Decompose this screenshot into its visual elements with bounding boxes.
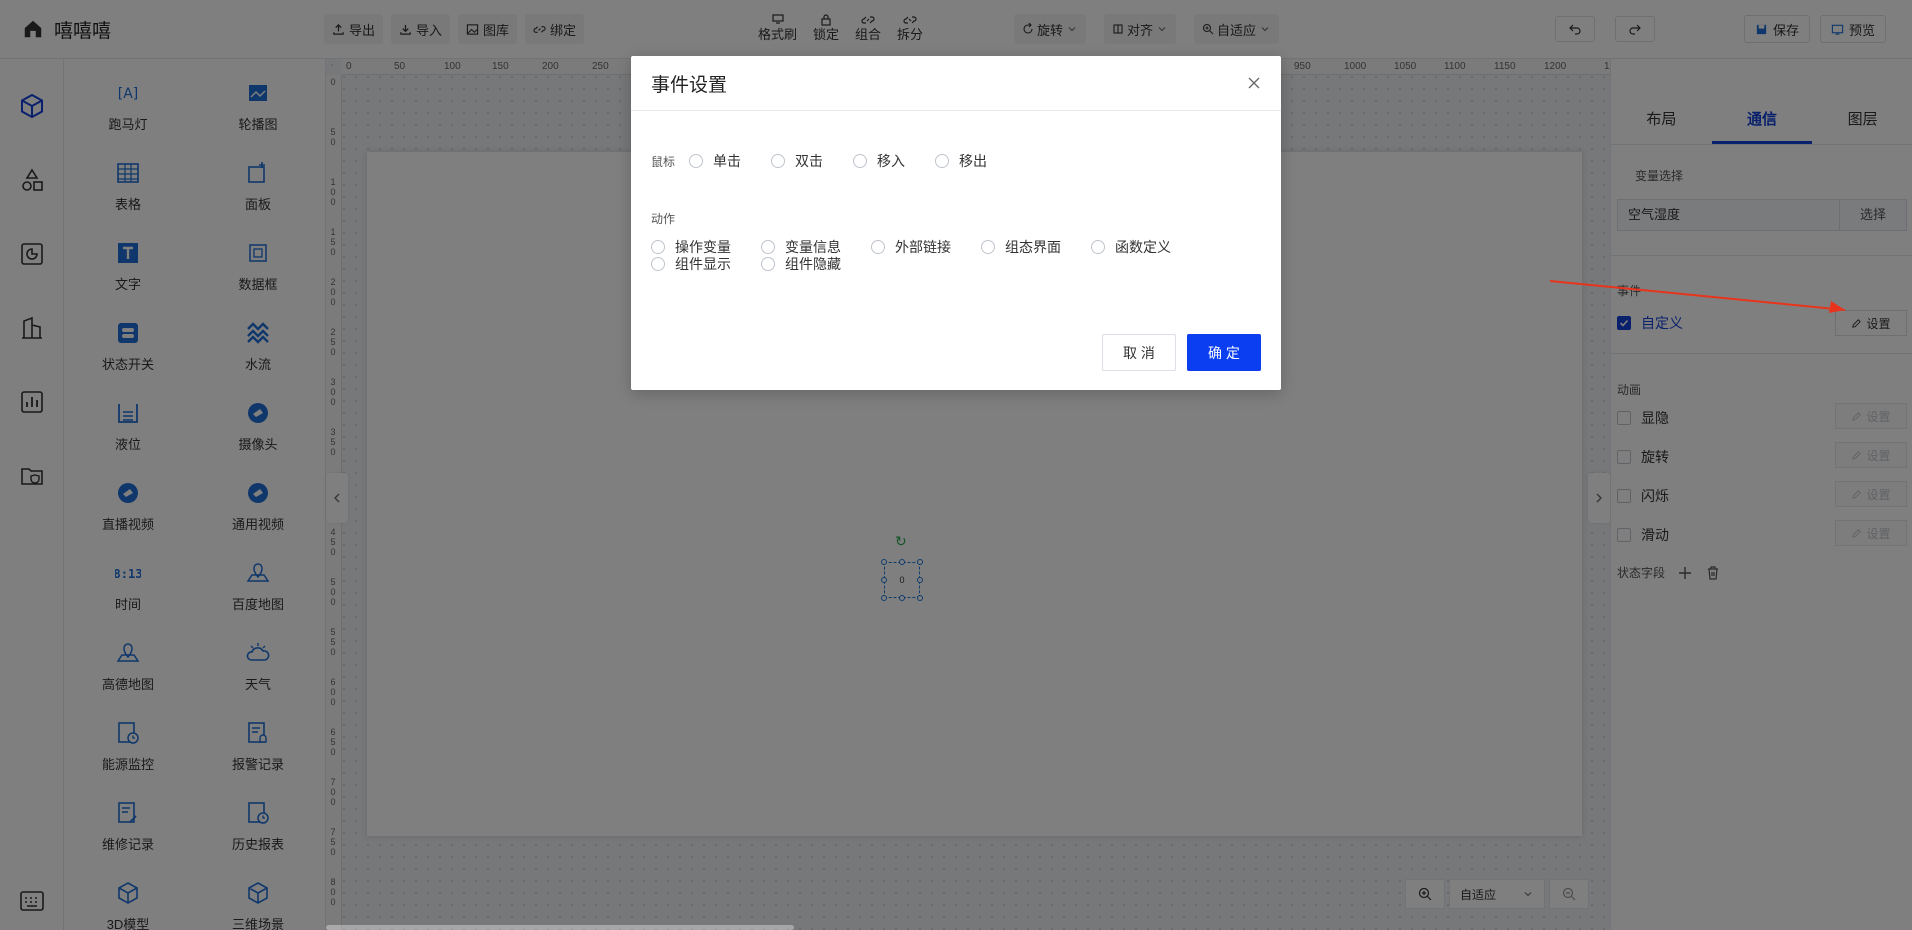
event-settings-dialog: 事件设置 鼠标 动作 取 消 确 定 单击 双击 移入 移出 操作变量 变量信息 外部链接组… — [631, 56, 1281, 390]
radio-icon — [871, 240, 885, 254]
action-option-radio[interactable]: 组件隐藏 — [761, 254, 841, 274]
radio-icon — [689, 154, 703, 168]
radio-icon — [771, 154, 785, 168]
radio-icon — [651, 257, 665, 271]
mouse-option-radio[interactable]: 移出 — [935, 151, 987, 171]
radio-icon — [935, 154, 949, 168]
mouse-option-radio[interactable]: 双击 — [771, 151, 823, 171]
radio-icon — [651, 240, 665, 254]
cancel-button[interactable]: 取 消 — [1102, 334, 1176, 371]
action-option-radio[interactable]: 外部链接 — [871, 237, 951, 257]
horizontal-scrollbar[interactable] — [326, 925, 794, 930]
radio-icon — [981, 240, 995, 254]
radio-icon — [761, 257, 775, 271]
annotation-arrow — [1549, 280, 1845, 313]
confirm-button[interactable]: 确 定 — [1187, 334, 1261, 371]
mouse-option-radio[interactable]: 移入 — [853, 151, 905, 171]
action-option-radio[interactable]: 函数定义 — [1091, 237, 1171, 257]
close-icon — [1248, 77, 1260, 89]
mouse-label: 鼠标 — [651, 155, 676, 169]
radio-icon — [853, 154, 867, 168]
radio-icon — [1091, 240, 1105, 254]
action-option-radio[interactable]: 组件显示 — [651, 254, 731, 274]
mouse-option-radio[interactable]: 单击 — [689, 151, 741, 171]
dialog-title: 事件设置 — [651, 74, 728, 96]
radio-icon — [761, 240, 775, 254]
action-label: 动作 — [651, 212, 676, 226]
action-option-radio[interactable]: 组态界面 — [981, 237, 1061, 257]
dialog-header: 事件设置 — [631, 56, 1281, 111]
close-button[interactable] — [1247, 74, 1263, 90]
